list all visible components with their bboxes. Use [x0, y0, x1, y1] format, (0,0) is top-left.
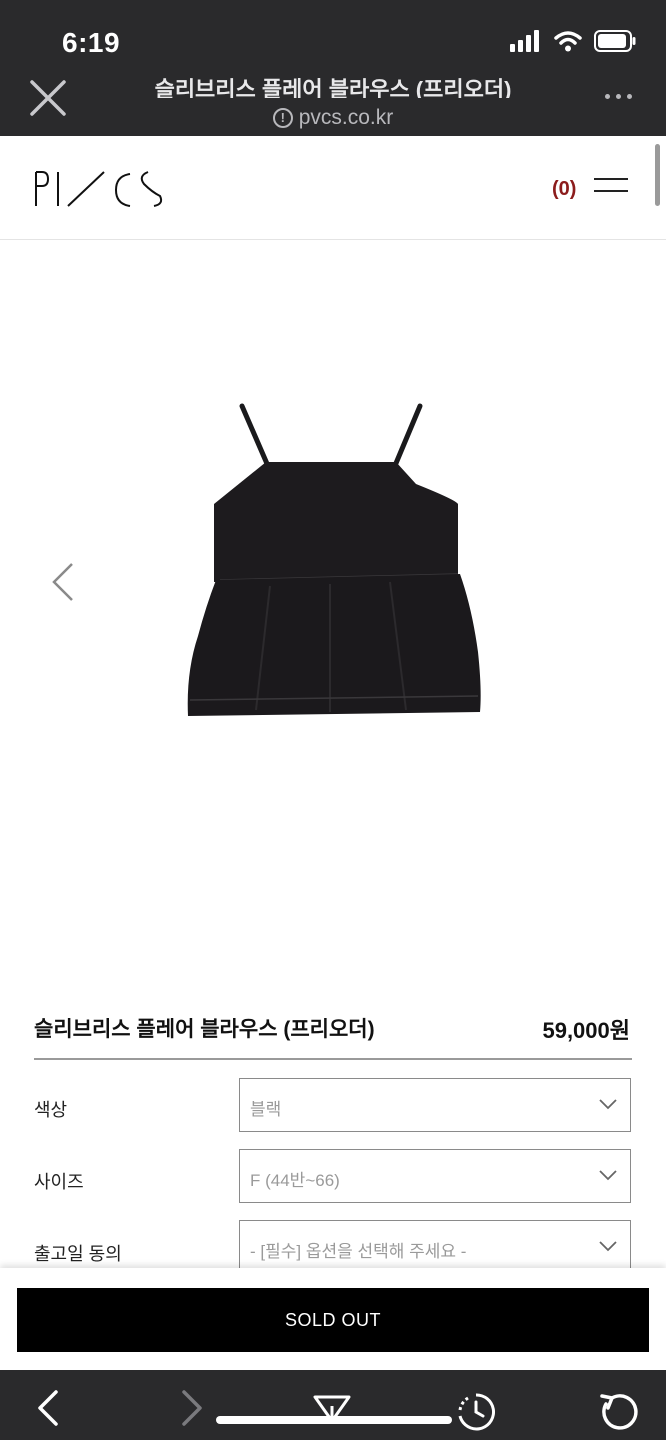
history-clock-icon[interactable] [456, 1392, 496, 1432]
chevron-down-icon [599, 1099, 617, 1110]
browser-top-bar: 6:19 슬리브리스 플레어 블라우스 (프리오더) ! pvcs.co.kr [0, 0, 666, 136]
chevron-down-icon [599, 1170, 617, 1181]
color-select[interactable]: 블랙 [239, 1078, 631, 1132]
size-select-value: F (44반~66) [250, 1171, 340, 1190]
wifi-icon [554, 31, 582, 52]
menu-line [594, 178, 628, 180]
bottom-action-bar: SOLD OUT [0, 1268, 666, 1370]
color-select-value: 블랙 [250, 1100, 282, 1119]
forward-arrow-icon[interactable] [180, 1390, 204, 1426]
cellular-signal-icon [510, 30, 539, 52]
dot-icon [616, 94, 621, 99]
browser-bottom-toolbar [0, 1370, 666, 1440]
size-select[interactable]: F (44반~66) [239, 1149, 631, 1203]
product-photo [187, 403, 481, 716]
option-label-color: 색상 [34, 1100, 68, 1120]
more-options-button[interactable] [605, 94, 632, 99]
home-indicator [216, 1416, 452, 1424]
sold-out-button[interactable]: SOLD OUT [17, 1288, 649, 1352]
scroll-indicator [655, 144, 660, 206]
reload-icon[interactable] [598, 1392, 638, 1432]
battery-icon [594, 30, 636, 52]
cart-count[interactable]: (0) [552, 178, 576, 201]
info-icon: ! [272, 108, 293, 128]
menu-line [594, 190, 628, 192]
dot-icon [605, 94, 610, 99]
option-label-size: 사이즈 [34, 1172, 84, 1192]
chevron-down-icon [599, 1241, 617, 1252]
site-header: (0) [0, 136, 666, 240]
status-icons [510, 30, 636, 52]
ship-date-select[interactable]: - [필수] 옵션을 선택해 주세요 - [239, 1220, 631, 1274]
product-name: 슬리브리스 플레어 블라우스 (프리오더) [34, 1018, 375, 1041]
dot-icon [627, 94, 632, 99]
chevron-left-icon[interactable] [50, 562, 76, 602]
site-logo[interactable] [34, 170, 166, 208]
url-text: pvcs.co.kr [298, 106, 394, 129]
status-time: 6:19 [62, 27, 121, 58]
browser-page-title: 슬리브리스 플레어 블라우스 (프리오더) [154, 77, 512, 98]
hamburger-menu-icon[interactable] [594, 178, 630, 202]
browser-url[interactable]: ! pvcs.co.kr [0, 106, 666, 130]
option-label-ship-date: 출고일 동의 [34, 1244, 122, 1264]
divider [34, 1058, 632, 1060]
ship-date-select-value: - [필수] 옵션을 선택해 주세요 - [250, 1242, 467, 1261]
back-arrow-icon[interactable] [36, 1390, 60, 1426]
product-price: 59,000원 [542, 1018, 630, 1043]
product-image-carousel[interactable] [0, 240, 666, 980]
